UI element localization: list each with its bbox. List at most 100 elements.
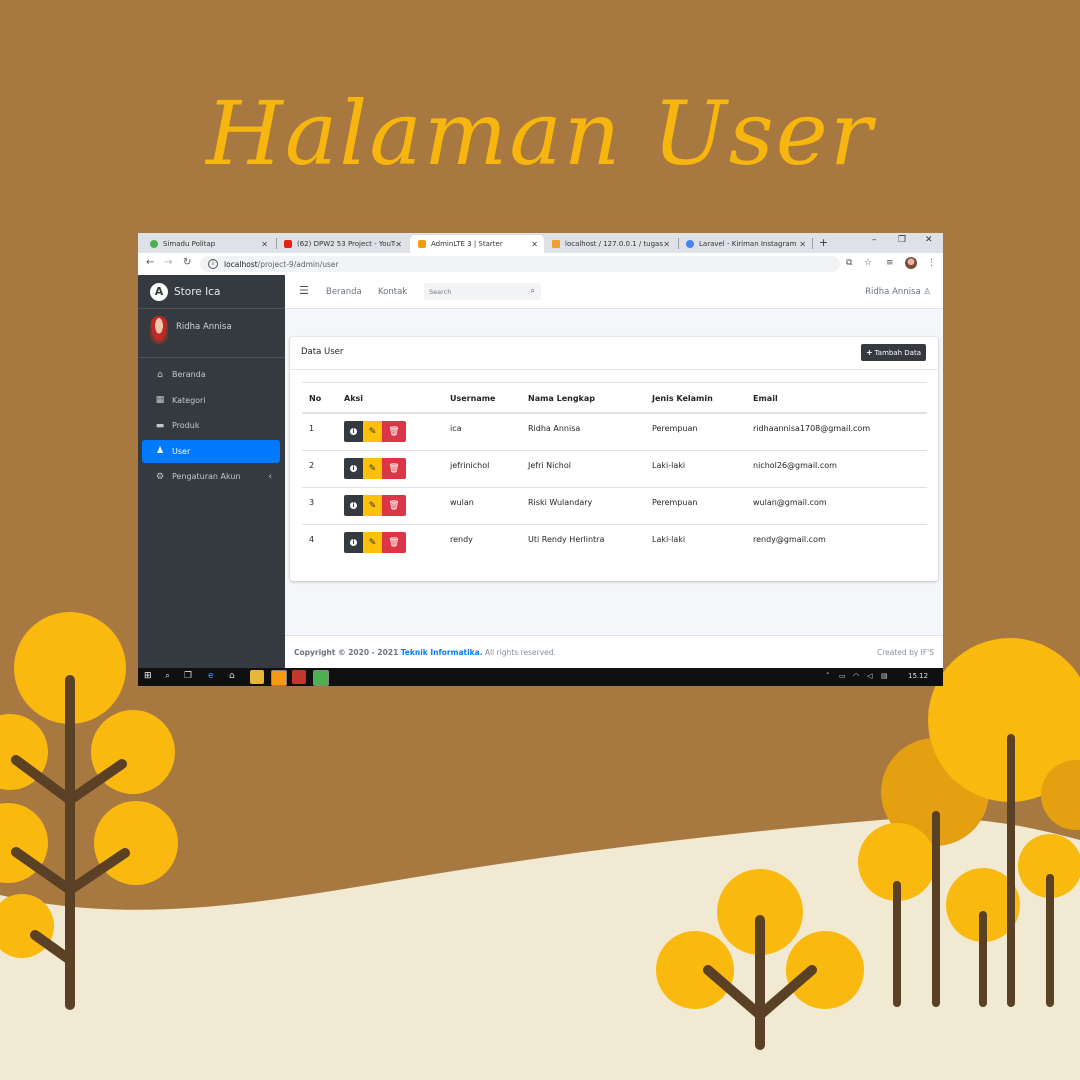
browser-tab-strip: Simadu Politap ✕ (62) DPW2 53 Project - … bbox=[138, 233, 943, 253]
sidebar-item-user[interactable]: ♟ User bbox=[142, 439, 280, 463]
hamburger-menu-icon[interactable]: ☰ bbox=[299, 284, 309, 297]
battery-icon[interactable]: ▭ bbox=[839, 672, 846, 680]
cell-nama-lengkap: Uti Rendy Herlintra bbox=[528, 535, 605, 544]
button-label: Tambah Data bbox=[874, 348, 922, 357]
notification-icon[interactable]: ▤ bbox=[881, 672, 888, 680]
column-header: Email bbox=[753, 394, 778, 403]
reload-icon[interactable]: ↻ bbox=[183, 257, 191, 268]
cell-email: nichol26@gmail.com bbox=[753, 461, 837, 470]
nav-link-beranda[interactable]: Beranda bbox=[326, 287, 362, 297]
tambah-data-button[interactable]: + Tambah Data bbox=[861, 344, 926, 361]
close-icon[interactable]: ✕ bbox=[261, 240, 268, 249]
address-bar[interactable]: i localhost/project-9/admin/user bbox=[200, 256, 840, 272]
store-icon[interactable]: ⌂ bbox=[229, 671, 235, 681]
browser-toolbar: ← → ↻ i localhost/project-9/admin/user ⧉… bbox=[138, 253, 943, 276]
edit-button[interactable]: ✎ bbox=[363, 458, 382, 479]
grid-icon: ▦ bbox=[155, 395, 165, 405]
cell-username: ica bbox=[450, 424, 462, 433]
delete-button[interactable]: 🗑 bbox=[382, 458, 406, 479]
chevron-up-icon[interactable]: ˄ bbox=[826, 672, 830, 680]
tab-title: (62) DPW2 53 Project - YouTub bbox=[297, 240, 396, 248]
brand-logo-icon: A bbox=[150, 282, 168, 301]
data-user-card: Data User + Tambah Data No Aksi Username … bbox=[290, 337, 938, 581]
navbar-user[interactable]: Ridha Annisa ♙ bbox=[865, 287, 931, 297]
cell-email: wulan@gmail.com bbox=[753, 498, 827, 507]
star-icon[interactable]: ☆ bbox=[864, 258, 872, 268]
search-icon[interactable]: ⌕ bbox=[165, 671, 170, 681]
info-icon[interactable]: i bbox=[208, 259, 218, 269]
sidebar-item-beranda[interactable]: ⌂ Beranda bbox=[142, 363, 280, 386]
chrome-icon[interactable] bbox=[313, 670, 329, 686]
sidebar-item-produk[interactable]: ▬ Produk bbox=[142, 414, 280, 437]
delete-button[interactable]: 🗑 bbox=[382, 532, 406, 553]
table-header: No Aksi Username Nama Lengkap Jenis Kela… bbox=[302, 382, 927, 414]
close-icon[interactable]: ✕ bbox=[531, 240, 538, 249]
close-icon[interactable]: ✕ bbox=[799, 240, 806, 249]
edit-icon: ✎ bbox=[368, 463, 377, 474]
volume-icon[interactable]: ◁ bbox=[867, 672, 872, 680]
search-icon[interactable]: ⌕ bbox=[531, 286, 535, 296]
sidebar-item-pengaturan-akun[interactable]: ⚙ Pengaturan Akun ‹ bbox=[142, 465, 280, 488]
page-footer: Copyright © 2020 - 2021 Teknik Informati… bbox=[285, 635, 943, 669]
new-tab-plus-icon[interactable]: + bbox=[819, 236, 828, 249]
tab-separator bbox=[812, 238, 813, 249]
search-input[interactable]: Search ⌕ bbox=[424, 283, 541, 300]
footer-org-link[interactable]: Teknik Informatika. bbox=[401, 648, 483, 657]
edit-button[interactable]: ✎ bbox=[363, 495, 382, 516]
browser-tab[interactable]: Simadu Politap ✕ bbox=[142, 235, 274, 253]
edge-icon[interactable]: e bbox=[208, 671, 214, 681]
cell-jenis-kelamin: Perempuan bbox=[652, 424, 698, 433]
minimize-icon[interactable]: – bbox=[872, 235, 877, 245]
adminlte-taskbar-icon[interactable] bbox=[271, 670, 287, 686]
trash-icon: 🗑 bbox=[388, 537, 400, 548]
window-close-icon[interactable]: ✕ bbox=[925, 235, 933, 245]
adminlte-icon bbox=[418, 240, 426, 248]
edit-icon: ✎ bbox=[368, 500, 377, 511]
delete-button[interactable]: 🗑 bbox=[382, 421, 406, 442]
sidebar-item-kategori[interactable]: ▦ Kategori bbox=[142, 389, 280, 412]
cell-username: rendy bbox=[450, 535, 473, 544]
media-queue-icon[interactable]: ≡ bbox=[886, 258, 894, 268]
sidebar-menu: ⌂ Beranda ▦ Kategori ▬ Produk ♟ User ⚙ P… bbox=[142, 363, 280, 491]
action-buttons: i ✎ 🗑 bbox=[344, 458, 406, 479]
close-icon[interactable]: ✕ bbox=[395, 240, 402, 249]
restore-icon[interactable]: ❐ bbox=[898, 235, 906, 245]
detail-button[interactable]: i bbox=[344, 421, 363, 442]
file-explorer-icon[interactable] bbox=[250, 670, 264, 684]
sublime-icon[interactable] bbox=[292, 670, 306, 684]
detail-button[interactable]: i bbox=[344, 532, 363, 553]
edit-button[interactable]: ✎ bbox=[363, 532, 382, 553]
brand-link[interactable]: A Store Ica bbox=[138, 275, 285, 309]
user-name[interactable]: Ridha Annisa bbox=[176, 322, 232, 332]
profile-avatar[interactable] bbox=[905, 257, 917, 269]
kebab-menu-icon[interactable]: ⋮ bbox=[927, 258, 936, 268]
sidebar-item-label: Beranda bbox=[172, 370, 206, 379]
translate-icon[interactable]: ⧉ bbox=[846, 258, 852, 268]
detail-button[interactable]: i bbox=[344, 495, 363, 516]
forward-arrow-icon[interactable]: → bbox=[164, 257, 172, 268]
delete-button[interactable]: 🗑 bbox=[382, 495, 406, 516]
browser-tab[interactable]: (62) DPW2 53 Project - YouTub ✕ bbox=[276, 235, 408, 253]
cell-no: 3 bbox=[309, 498, 315, 507]
cell-no: 1 bbox=[309, 424, 315, 433]
browser-tab-active[interactable]: AdminLTE 3 | Starter ✕ bbox=[410, 235, 544, 253]
sidebar: A Store Ica Ridha Annisa ⌂ Beranda ▦ Kat… bbox=[138, 275, 285, 668]
nav-link-kontak[interactable]: Kontak bbox=[378, 287, 407, 297]
close-icon[interactable]: ✕ bbox=[663, 240, 670, 249]
edit-button[interactable]: ✎ bbox=[363, 421, 382, 442]
windows-taskbar: ⊞ ⌕ ❐ e ⌂ ˄ ▭ ◠ ◁ ▤ 15.12 bbox=[138, 668, 943, 686]
navbar-user-name: Ridha Annisa bbox=[865, 287, 921, 297]
back-arrow-icon[interactable]: ← bbox=[146, 257, 154, 268]
screenshot-frame: Simadu Politap ✕ (62) DPW2 53 Project - … bbox=[138, 233, 943, 686]
task-view-icon[interactable]: ❐ bbox=[184, 671, 192, 681]
brand-name: Store Ica bbox=[174, 285, 221, 298]
wifi-icon[interactable]: ◠ bbox=[853, 672, 859, 680]
browser-tab[interactable]: Laravel - Kiriman Instagram ✕ bbox=[678, 235, 812, 253]
detail-button[interactable]: i bbox=[344, 458, 363, 479]
windows-start-icon[interactable]: ⊞ bbox=[144, 671, 152, 681]
browser-tab[interactable]: localhost / 127.0.0.1 / tugas_pi ✕ bbox=[544, 235, 676, 253]
edit-icon: ✎ bbox=[368, 426, 377, 437]
search-placeholder: Search bbox=[429, 288, 452, 296]
footer-copyright: Copyright © 2020 - 2021 Teknik Informati… bbox=[294, 648, 556, 657]
trash-icon: 🗑 bbox=[388, 426, 400, 437]
